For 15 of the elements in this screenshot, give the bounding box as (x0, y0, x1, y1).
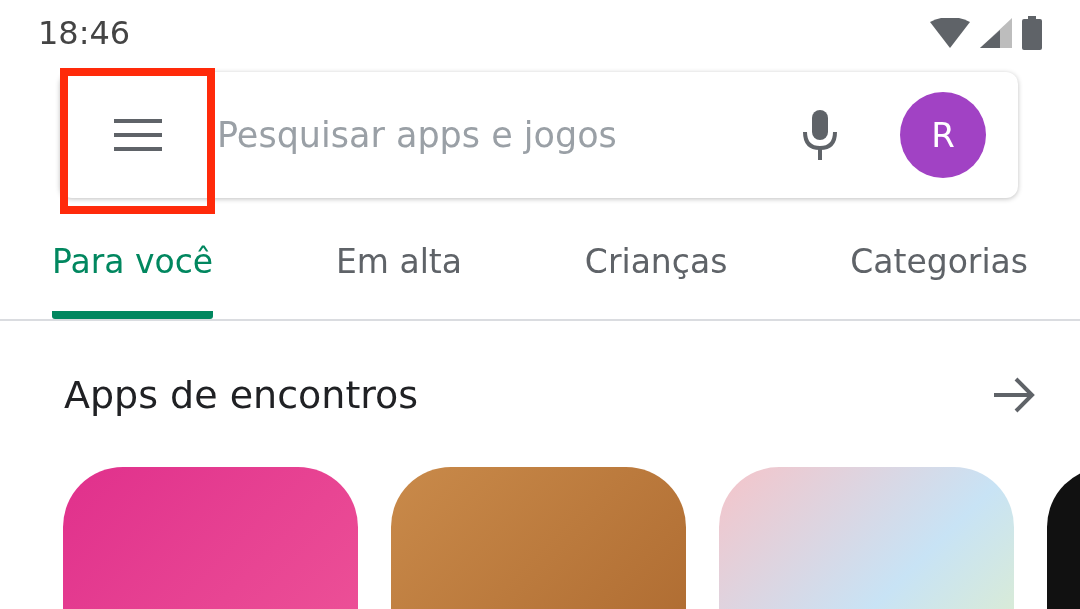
tab[interactable]: Para você (52, 230, 214, 319)
search-bar[interactable]: Pesquisar apps e jogos R (60, 72, 1018, 198)
tab[interactable]: Crianças (584, 230, 728, 319)
section-title: Apps de encontros (64, 373, 419, 417)
signal-icon (980, 18, 1012, 48)
account-avatar[interactable]: R (900, 92, 986, 178)
menu-icon (113, 119, 162, 151)
tab[interactable]: Categorias (850, 230, 1028, 319)
tab[interactable]: Em alta (335, 230, 462, 319)
search-field[interactable]: Pesquisar apps e jogos (215, 114, 802, 156)
battery-icon (1022, 16, 1042, 50)
arrow-right-icon[interactable] (992, 376, 1036, 414)
wifi-icon (930, 18, 970, 48)
microphone-icon[interactable] (802, 110, 838, 160)
status-time: 18:46 (38, 14, 131, 52)
